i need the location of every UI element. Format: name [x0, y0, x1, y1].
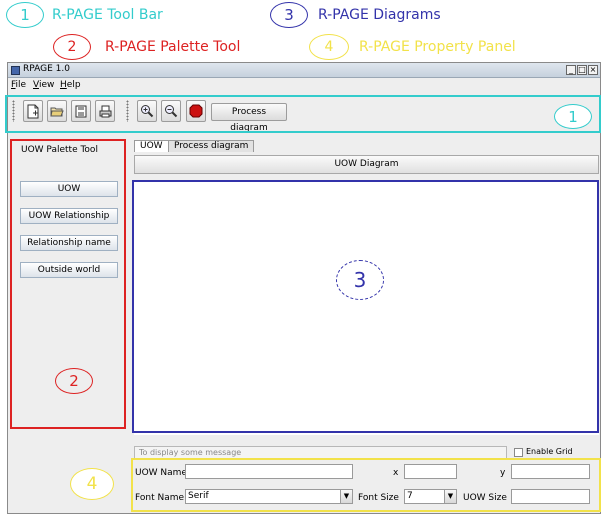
open-folder-icon: [50, 107, 64, 117]
font-name-select[interactable]: Serif ▼: [185, 489, 353, 504]
legend-label: R-PAGE Tool Bar: [52, 7, 163, 23]
palette-item-uow-relationship[interactable]: UOW Relationship: [20, 208, 118, 224]
legend-number: 3: [284, 6, 294, 24]
legend-number-circle: 4: [309, 34, 349, 60]
save-button[interactable]: [71, 100, 91, 122]
y-label: y: [500, 468, 506, 478]
status-message: To display some message: [134, 446, 507, 459]
print-button[interactable]: [95, 100, 115, 122]
legend-number: 1: [20, 6, 30, 24]
tab-uow[interactable]: UOW: [134, 140, 169, 152]
rpage-window: RPAGE 1.0 _ □ × File View Help Process d…: [7, 62, 601, 514]
uow-size-field[interactable]: [511, 489, 590, 504]
process-diagram-button[interactable]: Process diagram: [211, 103, 287, 133]
font-name-label: Font Name: [135, 493, 185, 503]
uow-name-label: UOW Name: [135, 468, 187, 478]
palette-title: UOW Palette Tool: [21, 145, 98, 155]
enable-grid-label: Enable Grid: [526, 447, 573, 456]
legend-number: 4: [324, 39, 334, 55]
enable-grid-checkbox[interactable]: [514, 448, 523, 457]
x-field[interactable]: [404, 464, 457, 479]
close-button[interactable]: ×: [588, 65, 598, 75]
menu-view[interactable]: View: [33, 80, 54, 90]
font-size-select[interactable]: 7 ▼: [404, 489, 457, 504]
y-field[interactable]: [511, 464, 590, 479]
legend-label: R-PAGE Property Panel: [359, 39, 516, 55]
font-name-value: Serif: [188, 491, 209, 501]
title-bar[interactable]: RPAGE 1.0 _ □ ×: [8, 63, 600, 78]
zoom-out-icon: [165, 105, 178, 118]
palette-item-uow[interactable]: UOW: [20, 181, 118, 197]
stop-button[interactable]: [186, 100, 206, 122]
stop-icon: [189, 104, 203, 118]
uow-size-label: UOW Size: [463, 493, 507, 503]
font-size-value: 7: [407, 491, 413, 501]
uow-name-field[interactable]: [185, 464, 353, 479]
menu-help[interactable]: Help: [60, 80, 81, 90]
x-label: x: [393, 468, 399, 478]
legend-toolbar: 1 R-PAGE Tool Bar: [6, 2, 163, 28]
chevron-down-icon[interactable]: ▼: [444, 490, 456, 503]
save-icon: [75, 105, 87, 117]
legend-number: 2: [67, 39, 77, 55]
maximize-button[interactable]: □: [577, 65, 587, 75]
zoom-in-icon: [141, 105, 154, 118]
legend-palette: 2 R-PAGE Palette Tool: [53, 34, 240, 60]
print-icon: [99, 105, 111, 117]
app-icon: [11, 66, 20, 75]
diagram-header: UOW Diagram: [134, 155, 599, 174]
window-title: RPAGE 1.0: [23, 64, 70, 74]
palette-item-relationship-name[interactable]: Relationship name: [20, 235, 118, 251]
legend-number-circle: 2: [53, 34, 91, 60]
diagram-canvas[interactable]: [134, 180, 599, 435]
legend-property-panel: 4 R-PAGE Property Panel: [309, 34, 516, 60]
legend-number-circle: 1: [6, 2, 44, 28]
legend-number-circle: 3: [270, 2, 308, 28]
chevron-down-icon[interactable]: ▼: [340, 490, 352, 503]
palette-item-outside-world[interactable]: Outside world: [20, 262, 118, 278]
legend-diagrams: 3 R-PAGE Diagrams: [270, 2, 441, 28]
font-size-label: Font Size: [358, 493, 399, 503]
minimize-button[interactable]: _: [566, 65, 576, 75]
toolbar: Process diagram: [8, 94, 600, 134]
legend-label: R-PAGE Diagrams: [318, 7, 441, 23]
toolbar-grip[interactable]: [126, 100, 129, 122]
menu-file[interactable]: File: [11, 80, 26, 90]
zoom-in-button[interactable]: [137, 100, 157, 122]
tab-process-diagram[interactable]: Process diagram: [168, 140, 255, 152]
zoom-out-button[interactable]: [161, 100, 181, 122]
toolbar-grip[interactable]: [12, 100, 15, 122]
open-button[interactable]: [47, 100, 67, 122]
menu-bar: File View Help: [8, 79, 600, 93]
new-document-button[interactable]: [23, 100, 43, 122]
legend-label: R-PAGE Palette Tool: [105, 39, 241, 55]
new-document-icon: [27, 104, 39, 118]
